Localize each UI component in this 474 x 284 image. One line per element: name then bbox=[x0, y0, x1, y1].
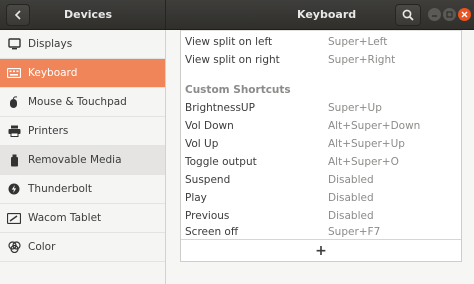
sidebar-item-label: Displays bbox=[28, 38, 73, 50]
sidebar-item-mouse-touchpad[interactable]: Mouse & Touchpad bbox=[0, 88, 165, 117]
maximize-icon bbox=[446, 11, 453, 18]
back-button[interactable] bbox=[6, 4, 30, 26]
shortcut-row[interactable]: Suspend Disabled bbox=[181, 171, 461, 189]
search-button[interactable] bbox=[395, 4, 421, 26]
sidebar-item-printers[interactable]: Printers bbox=[0, 117, 165, 146]
sidebar-item-label: Mouse & Touchpad bbox=[28, 96, 127, 108]
sidebar-item-label: Thunderbolt bbox=[28, 183, 92, 195]
sidebar-item-label: Wacom Tablet bbox=[28, 212, 102, 224]
keyboard-icon bbox=[7, 66, 21, 80]
header-bar: Devices Keyboard bbox=[0, 0, 474, 30]
thunderbolt-icon bbox=[7, 182, 21, 196]
add-icon: + bbox=[315, 243, 327, 259]
shortcut-row[interactable]: Toggle output Alt+Super+O bbox=[181, 153, 461, 171]
shortcut-name: Toggle output bbox=[185, 156, 257, 168]
sidebar-item-label: Printers bbox=[28, 125, 69, 137]
sidebar-item-displays[interactable]: Displays bbox=[0, 30, 165, 59]
shortcut-accel: Alt+Super+O bbox=[328, 156, 399, 168]
shortcuts-list: View split on left Super+Left View split… bbox=[180, 30, 462, 262]
sidebar-item-thunderbolt[interactable]: Thunderbolt bbox=[0, 175, 165, 204]
minimize-icon bbox=[432, 15, 437, 17]
sidebar-item-label: Removable Media bbox=[28, 154, 122, 166]
keyboard-shortcuts-area: View split on left Super+Left View split… bbox=[166, 30, 474, 284]
shortcut-accel: Alt+Super+Up bbox=[328, 138, 405, 150]
display-icon bbox=[7, 37, 21, 51]
usb-drive-icon bbox=[7, 153, 21, 167]
row-separator bbox=[181, 30, 461, 31]
section-title-custom-shortcuts: Custom Shortcuts bbox=[185, 84, 291, 96]
keyboard-title: Keyboard bbox=[297, 8, 357, 21]
minimize-button[interactable] bbox=[428, 8, 441, 21]
shortcut-name: View split on left bbox=[185, 36, 273, 48]
shortcut-name: View split on right bbox=[185, 54, 280, 66]
color-icon bbox=[7, 240, 21, 254]
tablet-icon bbox=[7, 211, 21, 225]
shortcut-accel: Disabled bbox=[328, 192, 374, 204]
header-left: Devices bbox=[0, 0, 166, 29]
shortcut-row[interactable]: Vol Up Alt+Super+Up bbox=[181, 135, 461, 153]
shortcut-row[interactable]: BrightnessUP Super+Up bbox=[181, 99, 461, 117]
sidebar-item-color[interactable]: Color bbox=[0, 233, 165, 262]
shortcut-accel: Disabled bbox=[328, 174, 374, 186]
shortcut-name: Vol Down bbox=[185, 120, 234, 132]
sidebar: Displays Keyboard Mouse & Touchpad Print… bbox=[0, 30, 166, 284]
printer-icon bbox=[7, 124, 21, 138]
shortcut-accel: Super+Left bbox=[328, 36, 388, 48]
shortcut-accel: Super+Right bbox=[328, 54, 396, 66]
shortcut-row[interactable]: View split on right Super+Right bbox=[181, 51, 461, 69]
chevron-left-icon bbox=[14, 10, 21, 20]
mouse-icon bbox=[7, 95, 21, 109]
close-icon bbox=[461, 11, 468, 18]
sidebar-item-label: Color bbox=[28, 241, 56, 253]
sidebar-item-label: Keyboard bbox=[28, 67, 78, 79]
sidebar-item-removable-media[interactable]: Removable Media bbox=[0, 146, 165, 175]
search-icon bbox=[402, 9, 414, 21]
shortcut-row[interactable]: View split on left Super+Left bbox=[181, 33, 461, 51]
shortcut-name: Play bbox=[185, 192, 207, 204]
shortcut-accel: Super+Up bbox=[328, 102, 382, 114]
close-button[interactable] bbox=[458, 8, 471, 21]
shortcut-row[interactable]: Vol Down Alt+Super+Down bbox=[181, 117, 461, 135]
maximize-button[interactable] bbox=[443, 8, 456, 21]
shortcut-accel: Alt+Super+Down bbox=[328, 120, 421, 132]
shortcut-name: Vol Up bbox=[185, 138, 219, 150]
shortcut-row[interactable]: Play Disabled bbox=[181, 189, 461, 207]
shortcut-name: BrightnessUP bbox=[185, 102, 255, 114]
shortcut-name: Suspend bbox=[185, 174, 231, 186]
sidebar-item-keyboard[interactable]: Keyboard bbox=[0, 59, 165, 88]
devices-title: Devices bbox=[64, 8, 113, 21]
sidebar-item-wacom-tablet[interactable]: Wacom Tablet bbox=[0, 204, 165, 233]
add-shortcut-button[interactable]: + bbox=[181, 239, 461, 261]
